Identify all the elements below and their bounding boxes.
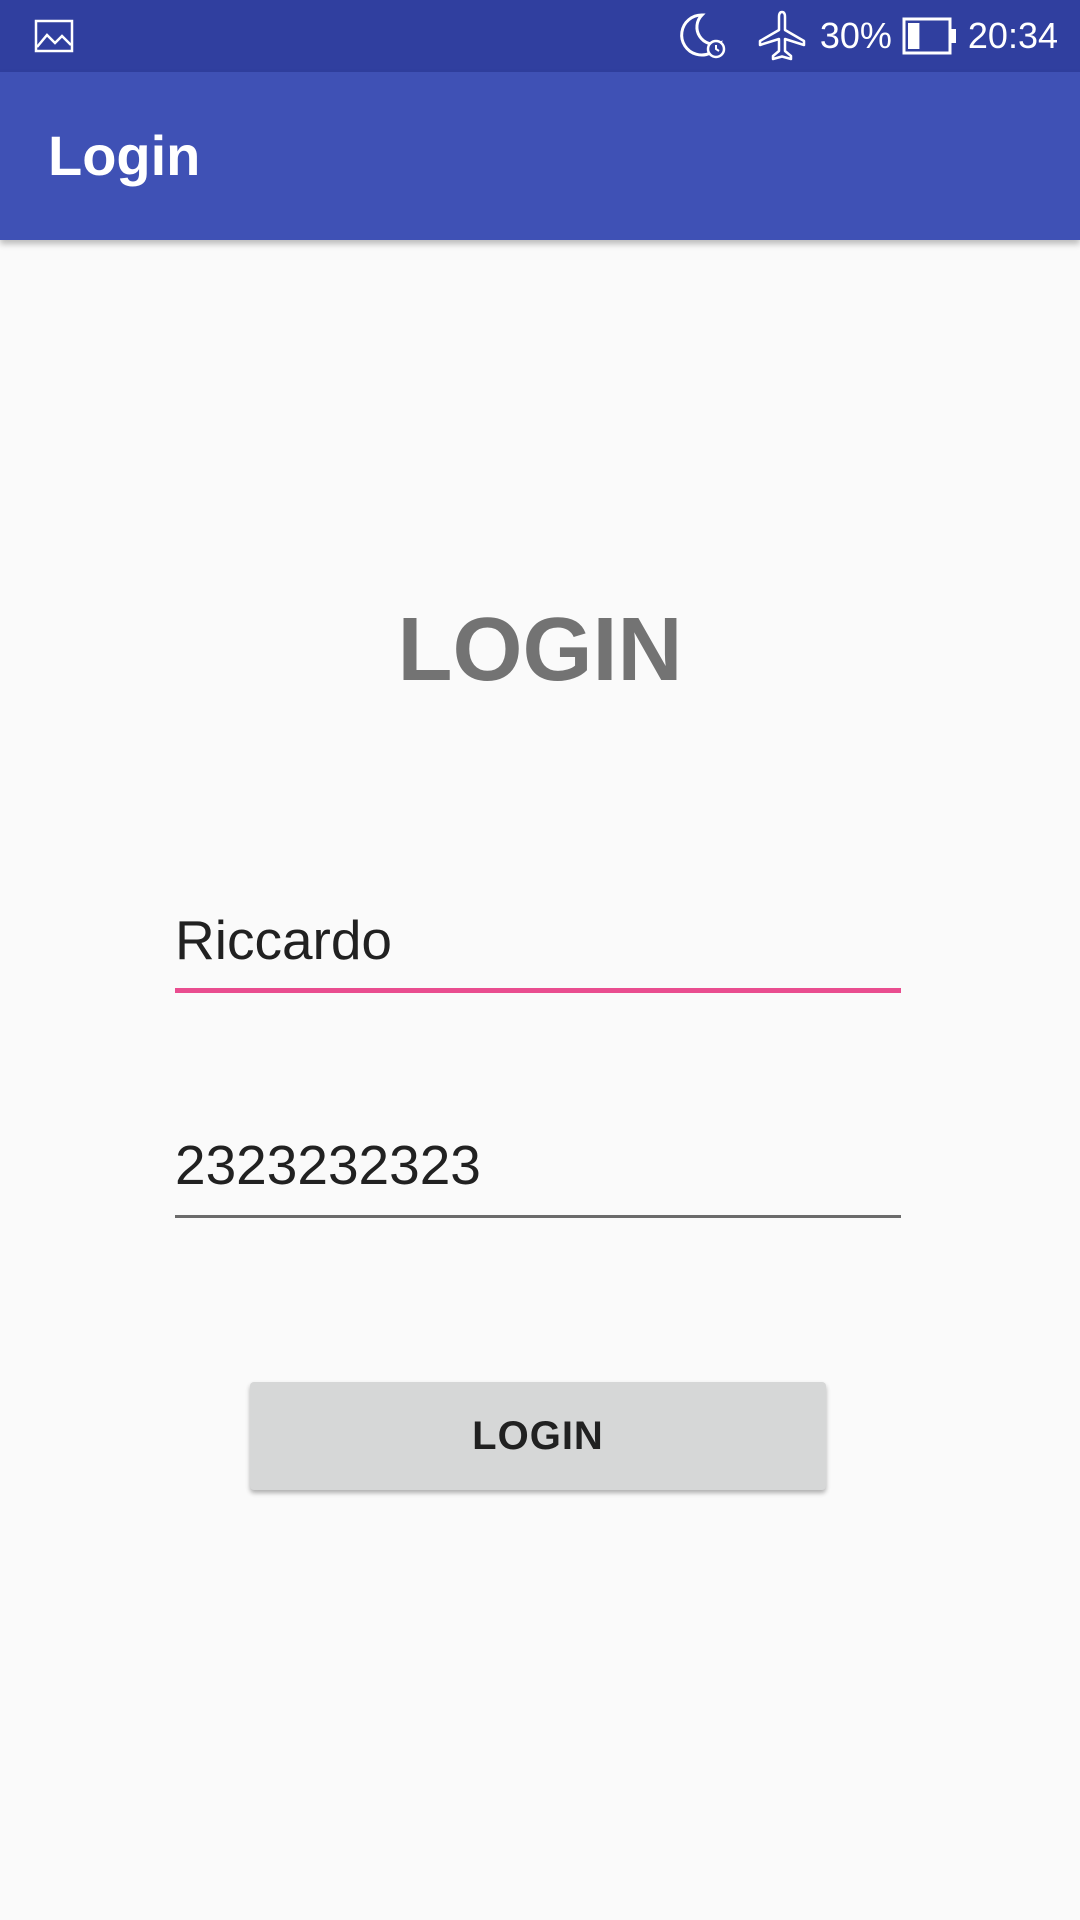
airplane-mode-icon: [758, 10, 806, 61]
gallery-icon: [34, 19, 74, 53]
username-underline: [175, 988, 901, 993]
page-heading: LOGIN: [397, 600, 683, 700]
do-not-disturb-alarm-icon: [680, 13, 726, 59]
password-underline: [175, 1215, 901, 1218]
battery-percent: 30%: [819, 15, 892, 56]
app-bar: Login: [0, 72, 1080, 240]
username-field: [175, 900, 901, 993]
password-field: [175, 1125, 901, 1218]
password-input[interactable]: [175, 1125, 901, 1205]
battery-icon: [902, 17, 956, 55]
app-bar-title: Login: [48, 124, 201, 187]
username-input[interactable]: [175, 900, 901, 980]
status-icons: 30% 20:34: [676, 0, 1058, 72]
login-button[interactable]: LOGIN: [250, 1382, 826, 1490]
status-bar: 30% 20:34: [0, 0, 1080, 72]
status-time: 20:34: [967, 15, 1058, 56]
